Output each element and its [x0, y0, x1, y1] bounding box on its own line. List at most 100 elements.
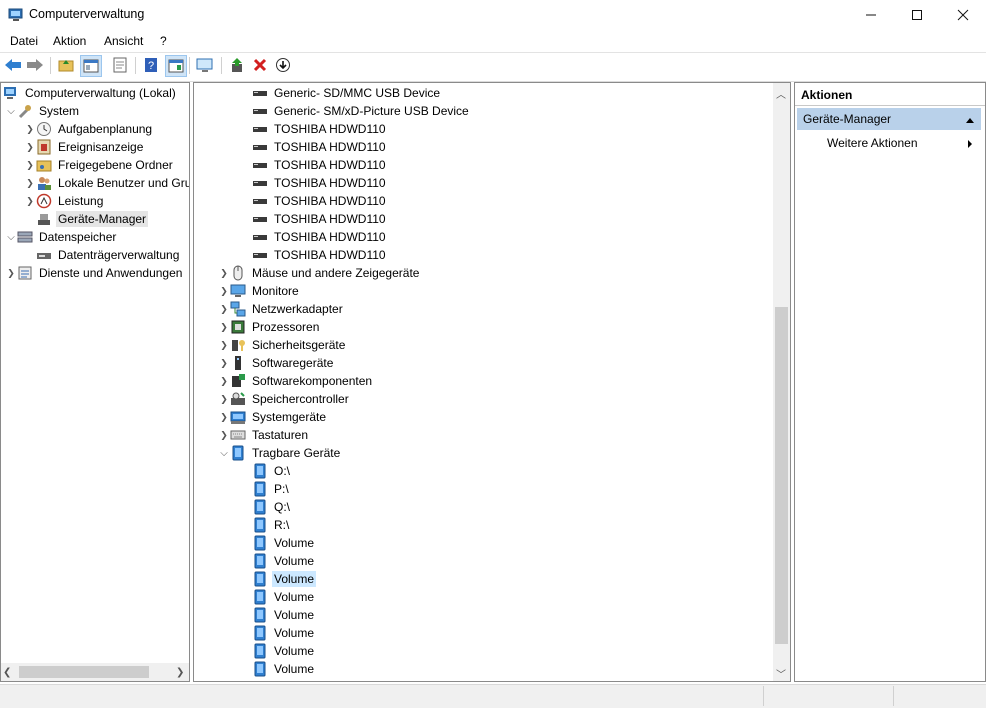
submenu-arrow-icon[interactable]: [967, 138, 973, 152]
device-item-disk[interactable]: TOSHIBA HDWD110: [252, 210, 388, 228]
tree-item-geraete-manager[interactable]: Geräte-Manager: [24, 210, 149, 228]
device-item-disk[interactable]: TOSHIBA HDWD110: [252, 156, 388, 174]
chevron-right-icon[interactable]: ❯: [218, 354, 230, 372]
menu-ansicht[interactable]: Ansicht: [104, 34, 143, 48]
menu-bar: [0, 30, 986, 52]
device-item-disk[interactable]: TOSHIBA HDWD110: [252, 120, 388, 138]
more-actions-link[interactable]: Weitere Aktionen: [827, 136, 918, 150]
tree-item-ereignisanzeige[interactable]: ❯ Ereignisanzeige: [24, 138, 145, 156]
device-item-portable[interactable]: P:\: [252, 480, 291, 498]
back-button[interactable]: [4, 56, 22, 74]
forward-button[interactable]: [26, 56, 44, 74]
device-item-portable[interactable]: Volume: [252, 570, 317, 588]
chevron-right-icon[interactable]: ❯: [218, 300, 230, 318]
portable-device-icon: [252, 571, 268, 587]
portable-device-icon: [252, 607, 268, 623]
device-item-portable[interactable]: Volume: [252, 606, 316, 624]
chevron-right-icon[interactable]: ❯: [24, 192, 36, 210]
chevron-down-icon[interactable]: ⌵: [5, 102, 17, 120]
chevron-right-icon[interactable]: ❯: [218, 282, 230, 300]
device-category[interactable]: ❯ Tastaturen: [218, 426, 310, 444]
device-item-disk[interactable]: Generic- SD/MMC USB Device: [252, 84, 442, 102]
device-category[interactable]: ❯ Mäuse und andere Zeigegeräte: [218, 264, 421, 282]
device-category[interactable]: ❯ Softwarekomponenten: [218, 372, 374, 390]
chevron-right-icon[interactable]: ❯: [218, 408, 230, 426]
up-folder-button[interactable]: [57, 56, 75, 74]
chevron-right-icon[interactable]: ❯: [218, 372, 230, 390]
device-category[interactable]: ❯ Softwaregeräte: [218, 354, 335, 372]
tree-item-lokale-benutzer[interactable]: ❯ Lokale Benutzer und Gru: [24, 174, 189, 192]
close-button[interactable]: [940, 0, 986, 30]
scan-hardware-button[interactable]: [196, 56, 214, 74]
update-driver-button[interactable]: [228, 56, 246, 74]
device-category-portable[interactable]: ⌵ Tragbare Geräte: [218, 444, 342, 462]
services-icon: [17, 265, 33, 281]
device-item-portable[interactable]: O:\: [252, 462, 292, 480]
tree-item-leistung[interactable]: ❯ Leistung: [24, 192, 105, 210]
chevron-right-icon[interactable]: ❯: [24, 174, 36, 192]
scroll-right-arrow-icon[interactable]: ❯: [176, 667, 184, 678]
device-item-disk[interactable]: TOSHIBA HDWD110: [252, 192, 388, 210]
computer-management-icon: [3, 85, 19, 101]
status-separator: [763, 686, 764, 706]
disk-drive-icon: [252, 229, 268, 245]
chevron-right-icon[interactable]: ❯: [24, 156, 36, 174]
device-item-portable[interactable]: Volume: [252, 624, 316, 642]
monitor-icon: [230, 283, 246, 299]
chevron-right-icon[interactable]: ❯: [5, 264, 17, 282]
tree-item-dienste[interactable]: ❯ Dienste und Anwendungen: [5, 264, 184, 282]
device-item-portable[interactable]: Volume: [252, 642, 316, 660]
uninstall-button[interactable]: [251, 56, 269, 74]
scroll-left-arrow-icon[interactable]: ❮: [3, 667, 11, 678]
collapse-up-icon[interactable]: [965, 113, 975, 127]
help-button[interactable]: ?: [142, 56, 160, 74]
maximize-button[interactable]: [894, 0, 940, 30]
device-item-disk[interactable]: TOSHIBA HDWD110: [252, 228, 388, 246]
device-item-disk[interactable]: TOSHIBA HDWD110: [252, 138, 388, 156]
tree-item-system[interactable]: ⌵ System: [5, 102, 81, 120]
chevron-down-icon[interactable]: ⌵: [218, 444, 230, 462]
minimize-button[interactable]: [848, 0, 894, 30]
chevron-right-icon[interactable]: ❯: [24, 120, 36, 138]
device-item-portable[interactable]: Volume: [252, 660, 316, 678]
disable-device-button[interactable]: [274, 56, 292, 74]
scroll-down-arrow-icon[interactable]: ﹀: [776, 666, 786, 681]
chevron-right-icon[interactable]: ❯: [218, 318, 230, 336]
chevron-down-icon[interactable]: ⌵: [5, 228, 17, 246]
device-item-portable[interactable]: R:\: [252, 516, 291, 534]
device-item-portable[interactable]: Q:\: [252, 498, 292, 516]
chevron-right-icon[interactable]: ❯: [24, 138, 36, 156]
tree-item-root[interactable]: Computerverwaltung (Lokal): [3, 84, 178, 102]
tree-item-aufgabenplanung[interactable]: ❯ Aufgabenplanung: [24, 120, 154, 138]
device-category[interactable]: ❯ Sicherheitsgeräte: [218, 336, 347, 354]
device-item-disk[interactable]: TOSHIBA HDWD110: [252, 174, 388, 192]
device-category[interactable]: ❯ Systemgeräte: [218, 408, 328, 426]
menu-datei[interactable]: Datei: [10, 34, 38, 48]
chevron-right-icon[interactable]: ❯: [218, 336, 230, 354]
scroll-up-arrow-icon[interactable]: ︿: [776, 86, 786, 101]
toolbar-separator: [135, 57, 136, 74]
menu-help[interactable]: ?: [160, 34, 167, 48]
device-item-portable[interactable]: Volume: [252, 588, 316, 606]
properties-icon: [113, 57, 127, 73]
tree-item-datentraegerverwaltung[interactable]: Datenträgerverwaltung: [24, 246, 181, 264]
device-category[interactable]: ❯ Netzwerkadapter: [218, 300, 345, 318]
device-item-disk[interactable]: TOSHIBA HDWD110: [252, 246, 388, 264]
device-category[interactable]: ❯ Prozessoren: [218, 318, 321, 336]
tree-item-freigegebene-ordner[interactable]: ❯ Freigegebene Ordner: [24, 156, 175, 174]
show-action-pane-button[interactable]: [165, 55, 187, 77]
properties-button[interactable]: [111, 56, 129, 74]
menu-aktion[interactable]: Aktion: [53, 34, 86, 48]
vertical-scrollbar-thumb[interactable]: [775, 307, 788, 644]
device-item-disk[interactable]: Generic- SM/xD-Picture USB Device: [252, 102, 471, 120]
show-hide-tree-button[interactable]: [80, 55, 102, 77]
device-item-portable[interactable]: Volume: [252, 552, 316, 570]
chevron-right-icon[interactable]: ❯: [218, 264, 230, 282]
tree-item-datenspeicher[interactable]: ⌵ Datenspeicher: [5, 228, 118, 246]
device-category[interactable]: ❯ Speichercontroller: [218, 390, 351, 408]
device-category[interactable]: ❯ Monitore: [218, 282, 301, 300]
horizontal-scrollbar-thumb[interactable]: [19, 666, 149, 678]
chevron-right-icon[interactable]: ❯: [218, 390, 230, 408]
device-item-portable[interactable]: Volume: [252, 534, 316, 552]
chevron-right-icon[interactable]: ❯: [218, 426, 230, 444]
